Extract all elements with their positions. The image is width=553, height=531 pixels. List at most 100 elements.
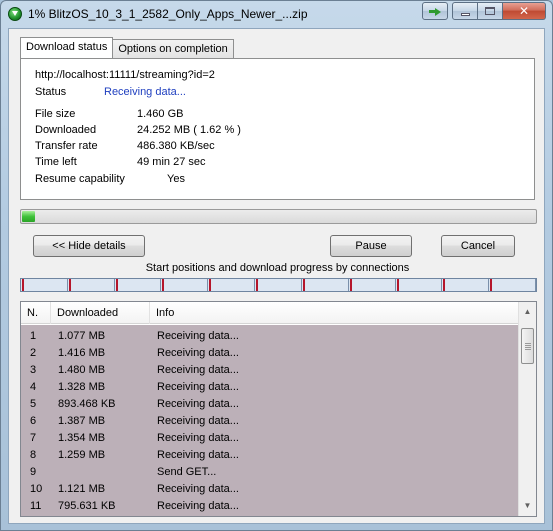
- connection-segment: [21, 279, 68, 291]
- transfer-rate-value: 486.380 KB/sec: [137, 140, 215, 152]
- resume-capability-row: Resume capability Yes: [35, 173, 185, 185]
- cell-downloaded: 1.354 MB: [58, 432, 106, 444]
- download-app-icon: [8, 7, 22, 21]
- cell-info: Send GET...: [157, 466, 217, 478]
- connection-segment: [68, 279, 115, 291]
- status-label: Status: [35, 86, 67, 98]
- connection-row[interactable]: 5 893.468 KB Receiving data...: [21, 396, 518, 413]
- cell-number: 9: [30, 466, 37, 478]
- download-window: 1% BlitzOS_10_3_1_2582_Only_Apps_Newer_.…: [0, 0, 553, 531]
- download-progress-bar: [20, 209, 537, 224]
- grip-line: [525, 345, 531, 346]
- minimize-button[interactable]: [452, 2, 478, 20]
- title-bar[interactable]: 1% BlitzOS_10_3_1_2582_Only_Apps_Newer_.…: [1, 1, 552, 27]
- connection-segment: [442, 279, 489, 291]
- transfer-rate-label: Transfer rate: [35, 140, 98, 152]
- column-header-info[interactable]: Info: [150, 302, 518, 324]
- maximize-button[interactable]: [478, 2, 503, 20]
- connection-row[interactable]: 1 1.077 MB Receiving data...: [21, 328, 518, 345]
- downloaded-label: Downloaded: [35, 124, 97, 136]
- caption-buttons: ✕: [422, 2, 546, 20]
- connection-start-marker: [162, 279, 164, 291]
- connection-start-marker: [69, 279, 71, 291]
- connection-row[interactable]: 6 1.387 MB Receiving data...: [21, 413, 518, 430]
- cancel-button[interactable]: Cancel: [441, 235, 515, 257]
- connection-start-marker: [443, 279, 445, 291]
- cell-number: 6: [30, 415, 37, 427]
- connection-segment: [489, 279, 536, 291]
- close-button[interactable]: ✕: [503, 2, 546, 20]
- column-header-downloaded[interactable]: Downloaded: [51, 302, 150, 324]
- cell-number: 2: [30, 347, 37, 359]
- connection-row[interactable]: 4 1.328 MB Receiving data...: [21, 379, 518, 396]
- connections-list[interactable]: N. Downloaded Info 1 1.077 MB Receiving da…: [20, 301, 537, 517]
- window-title: 1% BlitzOS_10_3_1_2582_Only_Apps_Newer_.…: [28, 7, 308, 21]
- cell-number: 8: [30, 449, 37, 461]
- run-arrow-icon: [429, 7, 441, 16]
- run-arrow-button[interactable]: [422, 2, 448, 20]
- download-status-panel: http://localhost:11111/streaming?id=2 St…: [20, 58, 535, 200]
- minimize-icon: [460, 12, 470, 16]
- close-icon: ✕: [518, 4, 530, 18]
- cell-number: 4: [30, 381, 37, 393]
- connection-start-marker: [116, 279, 118, 291]
- transfer-rate-row: Transfer rate 486.380 KB/sec: [35, 140, 215, 152]
- cell-number: 5: [30, 398, 37, 410]
- scroll-down-icon[interactable]: ▼: [519, 497, 536, 514]
- connection-row[interactable]: 10 1.121 MB Receiving data...: [21, 481, 518, 498]
- connection-start-marker: [490, 279, 492, 291]
- file-size-value: 1.460 GB: [137, 108, 184, 120]
- window-client-area: Download status Options on completion ht…: [8, 28, 545, 524]
- connection-row[interactable]: 8 1.259 MB Receiving data...: [21, 447, 518, 464]
- downloaded-row: Downloaded 24.252 MB ( 1.62 % ): [35, 124, 241, 136]
- cell-downloaded: 1.480 MB: [58, 364, 106, 376]
- cell-info: Receiving data...: [157, 364, 239, 376]
- cell-info: Receiving data...: [157, 381, 239, 393]
- connection-segment: [208, 279, 255, 291]
- resume-capability-label: Resume capability: [35, 173, 125, 185]
- connection-row[interactable]: 3 1.480 MB Receiving data...: [21, 362, 518, 379]
- tab-options-on-completion[interactable]: Options on completion: [112, 39, 234, 58]
- vertical-scrollbar[interactable]: ▲ ▼: [518, 302, 536, 516]
- grip-line: [525, 347, 531, 348]
- connection-segment: [396, 279, 442, 291]
- cell-number: 1: [30, 330, 37, 342]
- connection-segment: [302, 279, 349, 291]
- connection-row[interactable]: 2 1.416 MB Receiving data...: [21, 345, 518, 362]
- connection-start-marker: [22, 279, 24, 291]
- hide-details-button[interactable]: << Hide details: [33, 235, 145, 257]
- connection-row[interactable]: 9 Send GET...: [21, 464, 518, 481]
- cell-info: Receiving data...: [157, 398, 239, 410]
- cell-number: 11: [30, 500, 42, 512]
- connection-row[interactable]: 7 1.354 MB Receiving data...: [21, 430, 518, 447]
- scroll-up-icon[interactable]: ▲: [519, 303, 536, 320]
- status-value: Receiving data...: [104, 86, 186, 98]
- list-header: N. Downloaded Info: [21, 302, 518, 324]
- cell-number: 10: [30, 483, 43, 495]
- download-progress-fill: [22, 211, 35, 222]
- connection-segment: [115, 279, 161, 291]
- time-left-value: 49 min 27 sec: [137, 156, 206, 168]
- cell-number: 7: [30, 432, 37, 444]
- cell-downloaded: 1.259 MB: [58, 449, 106, 461]
- cell-info: Receiving data...: [157, 415, 239, 427]
- connection-row[interactable]: 11 795.631 KB Receiving data...: [21, 498, 518, 515]
- column-header-n[interactable]: N.: [21, 302, 51, 324]
- cell-number: 3: [30, 364, 37, 376]
- grip-line: [525, 343, 531, 344]
- downloaded-value: 24.252 MB ( 1.62 % ): [137, 124, 241, 136]
- connection-start-marker: [209, 279, 211, 291]
- pause-button[interactable]: Pause: [330, 235, 412, 257]
- maximize-icon: [485, 7, 495, 15]
- tab-strip: Download status Options on completion: [20, 37, 234, 58]
- connection-start-marker: [397, 279, 399, 291]
- scroll-thumb[interactable]: [521, 328, 534, 364]
- cell-downloaded: 1.121 MB: [58, 483, 106, 495]
- file-size-row: File size 1.460 GB: [35, 108, 183, 120]
- cell-info: Receiving data...: [157, 347, 239, 359]
- connection-segment: [255, 279, 302, 291]
- cell-info: Receiving data...: [157, 483, 239, 495]
- list-body: 1 1.077 MB Receiving data... 2 1.416 MB Recei…: [21, 325, 518, 516]
- tab-download-status[interactable]: Download status: [20, 37, 114, 58]
- connection-start-marker: [303, 279, 305, 291]
